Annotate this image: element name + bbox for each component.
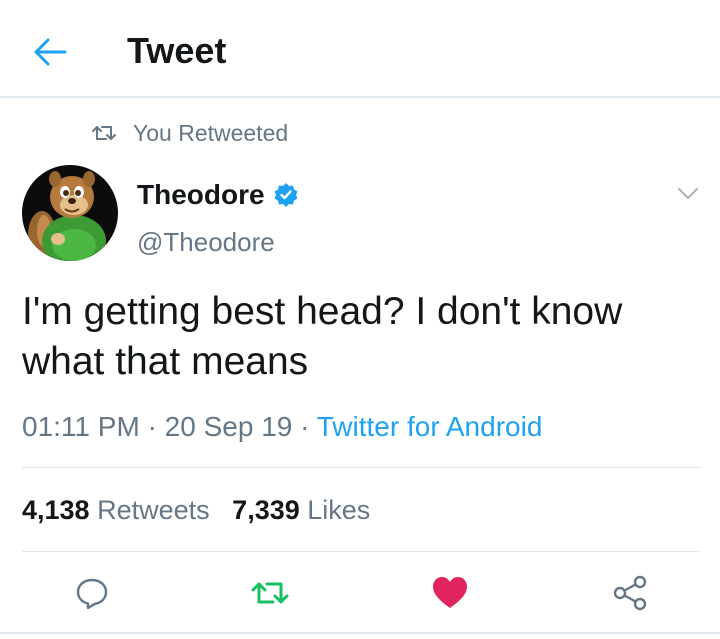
divider: [22, 551, 700, 552]
chevron-down-icon: [677, 187, 699, 200]
retweets-stat[interactable]: 4,138 Retweets: [22, 495, 210, 525]
tweet-time: 01:11 PM: [22, 411, 140, 442]
divider: [22, 467, 700, 468]
retweet-context-label: You Retweeted: [133, 119, 289, 146]
likes-label: Likes: [307, 495, 371, 525]
retweet-icon: [251, 582, 289, 604]
author-name[interactable]: Theodore: [137, 177, 265, 213]
verified-badge-icon: [274, 183, 298, 207]
top-bar: Tweet: [0, 0, 720, 98]
reply-button[interactable]: [70, 571, 114, 615]
retweet-context: You Retweeted: [91, 117, 288, 149]
back-arrow-icon: [34, 38, 67, 66]
tweet-options-button[interactable]: [672, 180, 704, 208]
avatar[interactable]: [22, 165, 118, 261]
likes-count: 7,339: [232, 495, 300, 525]
like-button[interactable]: [428, 571, 472, 615]
retweet-button[interactable]: [248, 571, 292, 615]
back-button[interactable]: [28, 30, 72, 74]
tweet-text: I'm getting best head? I don't know what…: [22, 290, 623, 383]
tweet-source-link[interactable]: Twitter for Android: [317, 411, 543, 442]
tweet-meta: 01:11 PM · 20 Sep 19 · Twitter for Andro…: [22, 407, 542, 447]
bottom-divider: [0, 632, 720, 634]
retweet-icon: [92, 126, 116, 140]
meta-separator: ·: [147, 411, 165, 442]
meta-separator: ·: [300, 411, 317, 442]
likes-stat[interactable]: 7,339 Likes: [232, 495, 370, 525]
heart-icon: [433, 577, 467, 608]
reply-icon: [76, 578, 108, 610]
tweet-stats: 4,138 Retweets 7,339 Likes: [22, 490, 370, 530]
avatar-image: [22, 165, 118, 261]
share-icon: [613, 575, 647, 611]
share-button[interactable]: [608, 571, 652, 615]
author-handle[interactable]: @Theodore: [137, 224, 275, 260]
author-name-row: Theodore: [137, 177, 299, 213]
retweets-count: 4,138: [22, 495, 90, 525]
retweets-label: Retweets: [97, 495, 210, 525]
page-title: Tweet: [127, 30, 227, 71]
tweet-date: 20 Sep 19: [164, 411, 293, 442]
